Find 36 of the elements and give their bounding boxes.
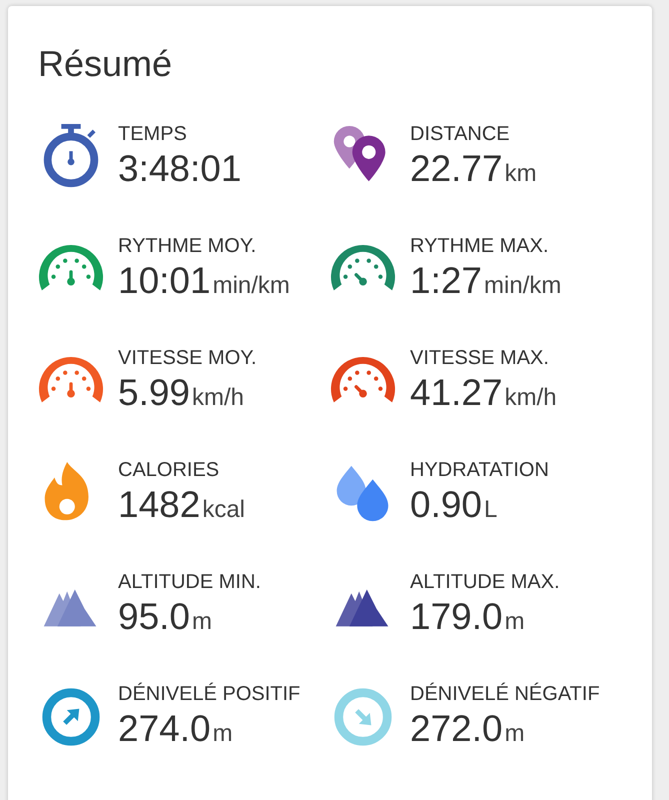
stat-label: ALTITUDE MIN. bbox=[118, 570, 261, 594]
stat-value: 5.99 bbox=[118, 371, 190, 415]
stat-label: RYTHME MAX. bbox=[410, 234, 550, 258]
stat-label: RYTHME MOY. bbox=[118, 234, 258, 258]
stat-label: DISTANCE bbox=[410, 122, 511, 146]
stat-unit: kcal bbox=[202, 495, 245, 525]
stat-unit: m bbox=[504, 719, 525, 749]
stat-value: 0.90 bbox=[410, 483, 482, 527]
stat-label: TEMPS bbox=[118, 122, 188, 146]
stat-unit: m bbox=[212, 719, 233, 749]
stat-unit: min/km bbox=[212, 271, 290, 301]
stat-value: 10:01 bbox=[118, 259, 211, 303]
stat-unit: L bbox=[484, 495, 498, 525]
stat-value: 3:48:01 bbox=[118, 147, 242, 191]
stat-label: HYDRATATION bbox=[410, 458, 549, 482]
card-title: Résumé bbox=[38, 44, 174, 84]
stat-label: ALTITUDE MAX. bbox=[410, 570, 560, 594]
stat-value: 95.0 bbox=[118, 595, 190, 639]
stat-label: DÉNIVELÉ POSITIF bbox=[118, 682, 300, 706]
stat-value: 22.77 bbox=[410, 147, 503, 191]
stat-value: 41.27 bbox=[410, 371, 503, 415]
stat-value: 272.0 bbox=[410, 707, 503, 751]
stat-unit: min/km bbox=[484, 271, 562, 301]
stat-value: 1482 bbox=[118, 483, 200, 527]
stat-unit: km/h bbox=[504, 383, 557, 413]
stat-label: VITESSE MAX. bbox=[410, 346, 550, 370]
stat-value: 1:27 bbox=[410, 259, 482, 303]
stat-label: CALORIES bbox=[118, 458, 220, 482]
stat-value: 179.0 bbox=[410, 595, 503, 639]
stat-unit: km bbox=[504, 159, 537, 189]
stat-label: DÉNIVELÉ NÉGATIF bbox=[410, 682, 600, 706]
stat-unit: km/h bbox=[192, 383, 244, 413]
stat-label: VITESSE MOY. bbox=[118, 346, 257, 370]
stat-unit: m bbox=[192, 607, 212, 637]
stat-unit: m bbox=[504, 607, 525, 637]
stat-value: 274.0 bbox=[118, 707, 211, 751]
